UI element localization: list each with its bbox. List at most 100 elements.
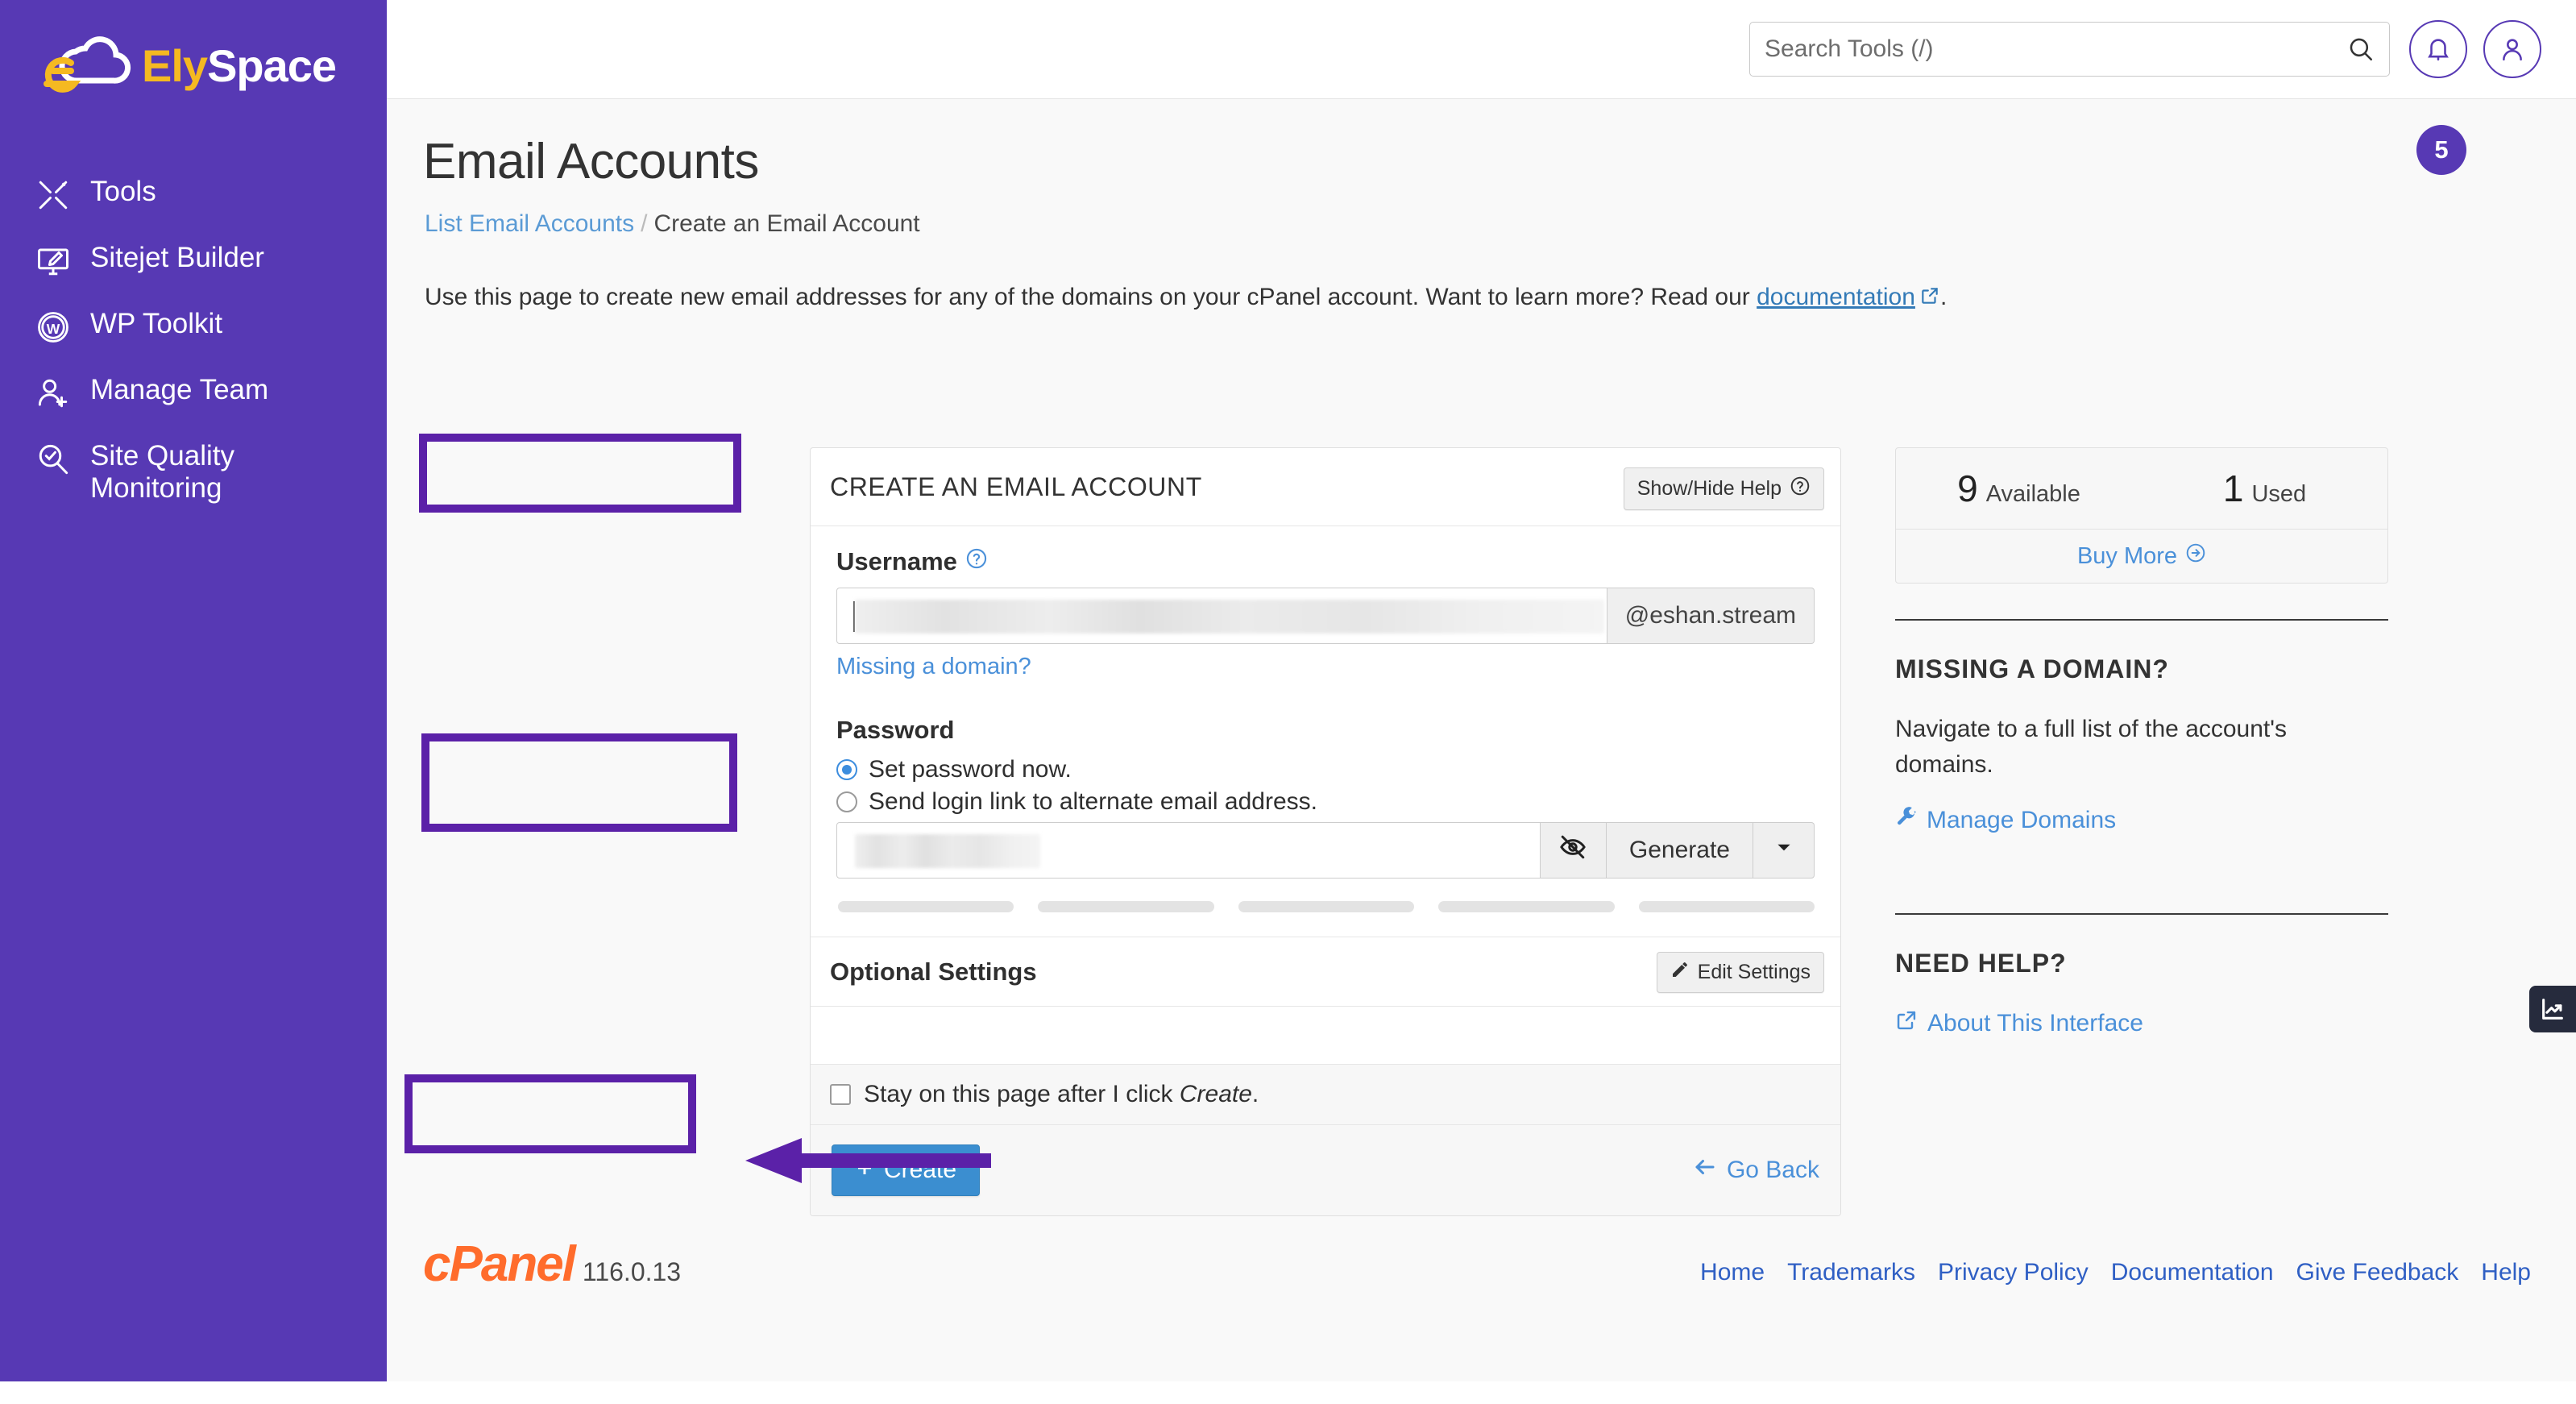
- buy-more-label: Buy More: [2076, 542, 2178, 569]
- footer-link-trademarks[interactable]: Trademarks: [1787, 1259, 1915, 1286]
- show-hide-help-label: Show/Hide Help: [1636, 477, 1782, 500]
- account-button[interactable]: [2483, 20, 2541, 78]
- tools-icon: [35, 177, 71, 213]
- toggle-password-visibility-button[interactable]: [1540, 822, 1607, 879]
- manage-domains-label: Manage Domains: [1927, 806, 2117, 833]
- intro-text-after: .: [1939, 284, 1948, 310]
- search-icon[interactable]: [2347, 35, 2389, 63]
- about-this-interface-link[interactable]: About This Interface: [1895, 1009, 2143, 1038]
- documentation-link[interactable]: documentation: [1757, 284, 1915, 310]
- user-icon: [2503, 39, 2522, 61]
- svg-text:W: W: [47, 321, 60, 337]
- sidebar-item-label: Tools: [90, 176, 156, 207]
- bell-icon: [2428, 39, 2449, 61]
- buy-more-link[interactable]: Buy More: [2077, 542, 2206, 570]
- need-help-heading: NEED HELP?: [1895, 949, 2067, 978]
- radio-send-login-link[interactable]: Send login link to alternate email addre…: [836, 788, 1815, 816]
- users-add-icon: [35, 376, 71, 411]
- quota-counts: 9 Available 1 Used: [1896, 448, 2387, 529]
- breadcrumb-current: Create an Email Account: [653, 210, 920, 237]
- breadcrumb-list-email-accounts[interactable]: List Email Accounts: [425, 210, 634, 237]
- radio-button-selected[interactable]: [836, 759, 857, 780]
- brand-logo[interactable]: ElySpace: [35, 35, 337, 97]
- sidebar-item-sitejet-builder[interactable]: Sitejet Builder: [0, 227, 387, 293]
- wrench-icon: [1895, 806, 1917, 834]
- elyspace-cloud-icon: [44, 36, 131, 93]
- redacted-username-value: [855, 600, 1604, 633]
- cpanel-version: 116.0.13: [582, 1257, 682, 1286]
- search-check-icon: [35, 442, 71, 477]
- breadcrumb: List Email Accounts / Create an Email Acco…: [425, 210, 920, 238]
- sidebar-info-column: 9 Available 1 Used Buy More MISSING A DO…: [1895, 447, 2388, 1038]
- footer-link-home[interactable]: Home: [1700, 1259, 1765, 1286]
- username-input[interactable]: [836, 588, 1607, 644]
- sidebar-item-label: WP Toolkit: [90, 308, 223, 339]
- question-circle-icon: [1790, 476, 1811, 502]
- optional-settings-label: Optional Settings: [830, 957, 1037, 986]
- strength-segment: [1238, 901, 1415, 912]
- edit-settings-label: Edit Settings: [1697, 961, 1811, 983]
- page-footer: cPanel 116.0.13 Home Trademarks Privacy …: [387, 1188, 2576, 1381]
- sidebar-item-site-quality-monitoring[interactable]: Site Quality Monitoring: [0, 426, 387, 520]
- password-input-group: Generate: [836, 822, 1815, 879]
- sidebar-item-tools[interactable]: Tools: [0, 161, 387, 227]
- sidebar-item-manage-team[interactable]: Manage Team: [0, 359, 387, 426]
- quota-used-number: 1: [2222, 467, 2244, 509]
- chevron-down-icon: [1773, 837, 1794, 864]
- stay-on-page-checkbox[interactable]: [830, 1084, 851, 1105]
- show-hide-help-button[interactable]: Show/Hide Help: [1623, 467, 1824, 510]
- divider: [1895, 913, 2388, 915]
- generate-password-button[interactable]: Generate: [1606, 822, 1753, 879]
- notification-count-badge[interactable]: 5: [2416, 125, 2466, 175]
- manage-domains-link[interactable]: Manage Domains: [1895, 806, 2116, 834]
- username-input-group: @eshan.stream: [836, 588, 1815, 644]
- stay-on-page-row[interactable]: Stay on this page after I click Create.: [811, 1064, 1840, 1124]
- footer-link-help[interactable]: Help: [2481, 1259, 2531, 1286]
- external-link-icon: [1919, 285, 1940, 313]
- strength-segment: [1038, 901, 1214, 912]
- footer-links: Home Trademarks Privacy Policy Documenta…: [1700, 1259, 2531, 1286]
- external-link-icon: [1895, 1009, 1918, 1038]
- edit-settings-button[interactable]: Edit Settings: [1656, 952, 1824, 993]
- footer-link-documentation[interactable]: Documentation: [2111, 1259, 2274, 1286]
- wordpress-icon: W: [35, 309, 71, 345]
- intro-text: Use this page to create new email addres…: [425, 284, 1947, 313]
- brand-wordmark: ElySpace: [142, 44, 337, 89]
- strength-segment: [838, 901, 1014, 912]
- quota-panel: 9 Available 1 Used Buy More: [1895, 447, 2388, 584]
- cpanel-wordmark: cPanel: [423, 1236, 576, 1292]
- password-label: Password: [836, 716, 955, 744]
- radio-button-unselected[interactable]: [836, 791, 857, 812]
- generate-options-dropdown-button[interactable]: [1753, 822, 1815, 879]
- help-circle-icon[interactable]: [965, 547, 988, 576]
- intro-text-before: Use this page to create new email addres…: [425, 284, 1757, 310]
- radio-set-password-now[interactable]: Set password now.: [836, 756, 1815, 783]
- notifications-button[interactable]: [2409, 20, 2467, 78]
- strength-segment: [1638, 901, 1815, 912]
- quota-available-label: Available: [1985, 481, 2080, 507]
- password-input[interactable]: [836, 822, 1541, 879]
- quota-available: 9 Available: [1896, 467, 2142, 510]
- main-content: 5 Email Accounts List Email Accounts / Cre…: [387, 99, 2576, 1381]
- buy-more-row: Buy More: [1896, 529, 2387, 583]
- eye-off-icon: [1558, 833, 1587, 868]
- brand-ely: Ely: [142, 40, 208, 91]
- chart-trend-icon: [2542, 999, 2563, 1020]
- go-back-link[interactable]: Go Back: [1693, 1155, 1819, 1186]
- redacted-password-value: [855, 834, 1040, 868]
- create-email-account-card: CREATE AN EMAIL ACCOUNT Show/Hide Help U…: [810, 447, 1841, 1216]
- analytics-widget-button[interactable]: [2529, 986, 2576, 1032]
- plus-icon: [855, 1157, 874, 1184]
- search-input[interactable]: [1750, 35, 2347, 63]
- username-label-row: Username: [836, 547, 1815, 576]
- stay-text-emphasis: Create: [1179, 1081, 1252, 1107]
- create-button-label: Create: [884, 1157, 957, 1183]
- strength-segment: [1438, 901, 1615, 912]
- missing-domain-heading: MISSING A DOMAIN?: [1895, 654, 2169, 683]
- search-box[interactable]: [1749, 22, 2390, 77]
- footer-link-give-feedback[interactable]: Give Feedback: [2296, 1259, 2459, 1286]
- sidebar-item-wp-toolkit[interactable]: W WP Toolkit: [0, 293, 387, 359]
- missing-a-domain-link[interactable]: Missing a domain?: [836, 654, 1031, 680]
- footer-link-privacy-policy[interactable]: Privacy Policy: [1938, 1259, 2089, 1286]
- domain-addon: @eshan.stream: [1607, 588, 1815, 644]
